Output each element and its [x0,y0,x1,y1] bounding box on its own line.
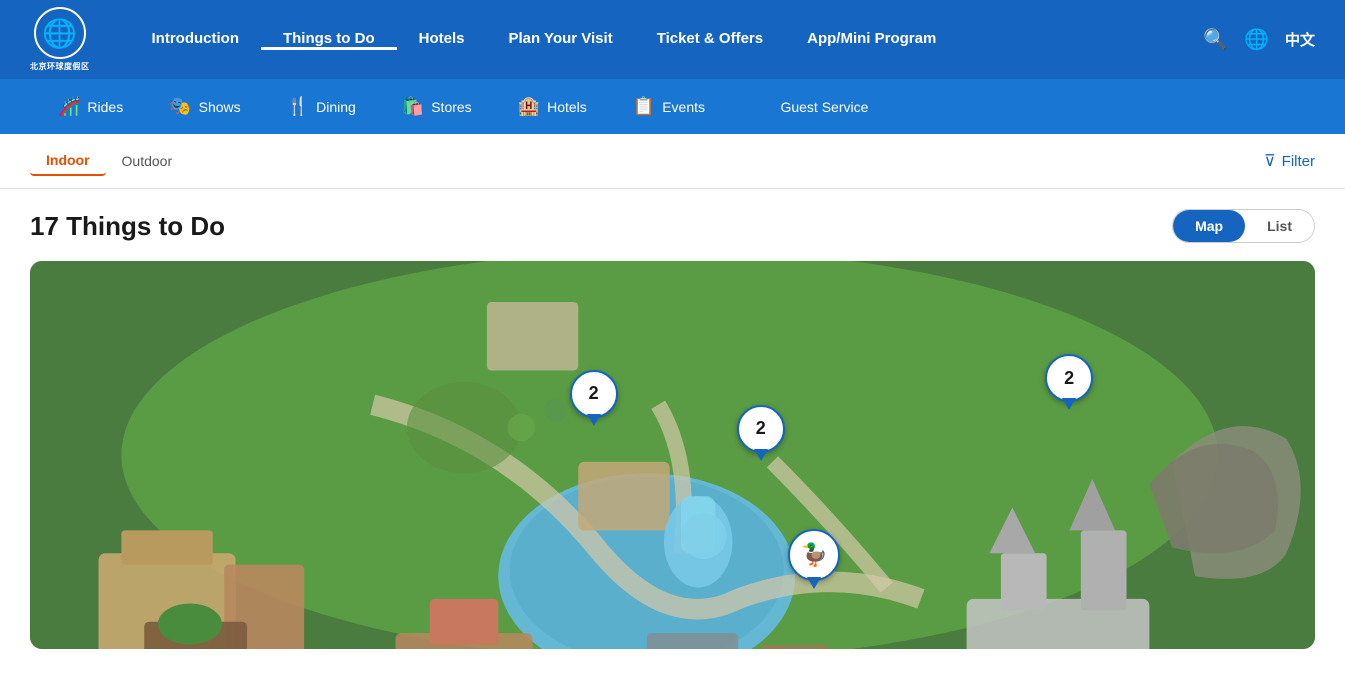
filter-tab-indoor[interactable]: Indoor [30,146,106,176]
view-toggle: Map List [1172,209,1315,243]
map-pin-2[interactable]: 2 [737,405,785,453]
sec-nav-stores-label: Stores [431,99,471,115]
nav-hotels[interactable]: Hotels [397,30,487,50]
search-button[interactable]: 🔍 [1203,27,1228,52]
nav-plan-your-visit[interactable]: Plan Your Visit [486,30,634,50]
top-nav-right: 🔍 🌐 中文 [1203,27,1315,52]
sec-nav-events-label: Events [662,99,705,115]
map-pin-count-2: 2 [756,418,766,439]
stores-icon: 🛍️ [402,96,424,117]
sec-nav-dining-label: Dining [316,99,356,115]
map-pin-bubble-2: 2 [737,405,785,453]
sec-nav-guest-service[interactable]: 👤 Guest Service [733,96,886,117]
secondary-navigation: 🎢 Rides 🎭 Shows 🍴 Dining 🛍️ Stores 🏨 Hot… [0,79,1345,134]
map-view-button[interactable]: Map [1173,210,1245,242]
duck-icon: 🦆 [800,542,827,568]
map-pin-icon[interactable]: 🦆 [788,529,840,581]
nav-ticket-offers[interactable]: Ticket & Offers [635,30,785,50]
content-area: 17 Things to Do Map List [0,189,1345,669]
map-pin-1[interactable]: 2 [570,370,618,418]
filter-label: Filter [1282,153,1315,170]
map-pin-3[interactable]: 2 [1045,354,1093,402]
logo[interactable]: 🌐 北京环球度假区 [30,7,90,72]
nav-introduction[interactable]: Introduction [130,30,261,50]
map-pin-bubble-3: 2 [1045,354,1093,402]
map-pin-bubble-1: 2 [570,370,618,418]
logo-globe-icon: 🌐 [42,17,77,50]
sec-nav-shows-label: Shows [199,99,241,115]
events-icon: 📋 [633,96,655,117]
sec-nav-events[interactable]: 📋 Events [615,96,723,117]
map-pin-count-1: 2 [589,383,599,404]
filter-tab-outdoor[interactable]: Outdoor [106,147,189,175]
sec-nav-hotels[interactable]: 🏨 Hotels [500,96,605,117]
content-header: 17 Things to Do Map List [30,209,1315,243]
nav-things-to-do[interactable]: Things to Do [261,30,397,50]
top-nav-links: Introduction Things to Do Hotels Plan Yo… [130,30,1204,50]
filter-row: Indoor Outdoor ⊽ Filter [0,134,1345,189]
filter-funnel-icon: ⊽ [1264,151,1276,171]
map-pin-duck-icon: 🦆 [788,529,840,581]
map-pin-count-3: 2 [1064,368,1074,389]
filter-button[interactable]: ⊽ Filter [1264,151,1315,171]
page-title: 17 Things to Do [30,211,225,242]
sec-nav-dining[interactable]: 🍴 Dining [269,96,374,117]
globe-button[interactable]: 🌐 [1244,27,1269,52]
nav-app-mini-program[interactable]: App/Mini Program [785,30,958,50]
sec-nav-shows[interactable]: 🎭 Shows [151,96,258,117]
logo-circle: 🌐 [34,7,86,59]
dining-icon: 🍴 [287,96,309,117]
logo-subtitle: 北京环球度假区 [30,61,90,72]
sec-nav-hotels-label: Hotels [547,99,587,115]
shows-icon: 🎭 [169,96,191,117]
park-map[interactable]: 2 2 2 🦆 [30,261,1315,649]
language-button[interactable]: 中文 [1285,29,1315,50]
sec-nav-stores[interactable]: 🛍️ Stores [384,96,490,117]
hotels-icon: 🏨 [518,96,540,117]
sec-nav-guest-service-label: Guest Service [780,99,868,115]
sec-nav-rides-label: Rides [87,99,123,115]
top-navigation: 🌐 北京环球度假区 Introduction Things to Do Hote… [0,0,1345,79]
sec-nav-rides[interactable]: 🎢 Rides [40,96,141,117]
guest-service-icon: 👤 [751,96,773,117]
list-view-button[interactable]: List [1245,210,1314,242]
rides-icon: 🎢 [58,96,80,117]
